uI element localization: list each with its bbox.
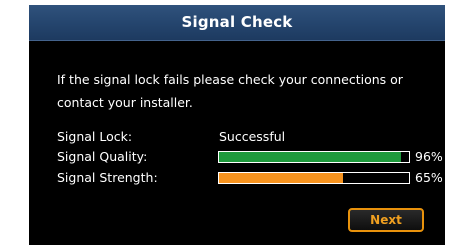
signal-check-dialog: Signal Check If the signal lock fails pl… [29, 5, 445, 245]
signal-quality-percent: 96% [415, 149, 443, 164]
dialog-title: Signal Check [181, 13, 293, 31]
signal-quality-label: Signal Quality: [57, 149, 148, 164]
signal-quality-bar-fill [219, 152, 402, 162]
signal-lock-row: Signal Lock: Successful [57, 127, 437, 147]
next-button[interactable]: Next [348, 208, 424, 232]
dialog-header: Signal Check [29, 5, 445, 41]
signal-quality-bar [218, 151, 410, 163]
signal-strength-bar-fill [219, 173, 343, 183]
signal-quality-row: Signal Quality: 96% [57, 147, 443, 167]
signal-strength-label: Signal Strength: [57, 170, 158, 185]
dialog-message: If the signal lock fails please check yo… [57, 72, 403, 110]
signal-lock-value: Successful [219, 129, 286, 144]
signal-strength-percent: 65% [415, 170, 443, 185]
signal-strength-row: Signal Strength: 65% [57, 168, 443, 188]
signal-strength-bar [218, 172, 410, 184]
signal-lock-label: Signal Lock: [57, 129, 133, 144]
